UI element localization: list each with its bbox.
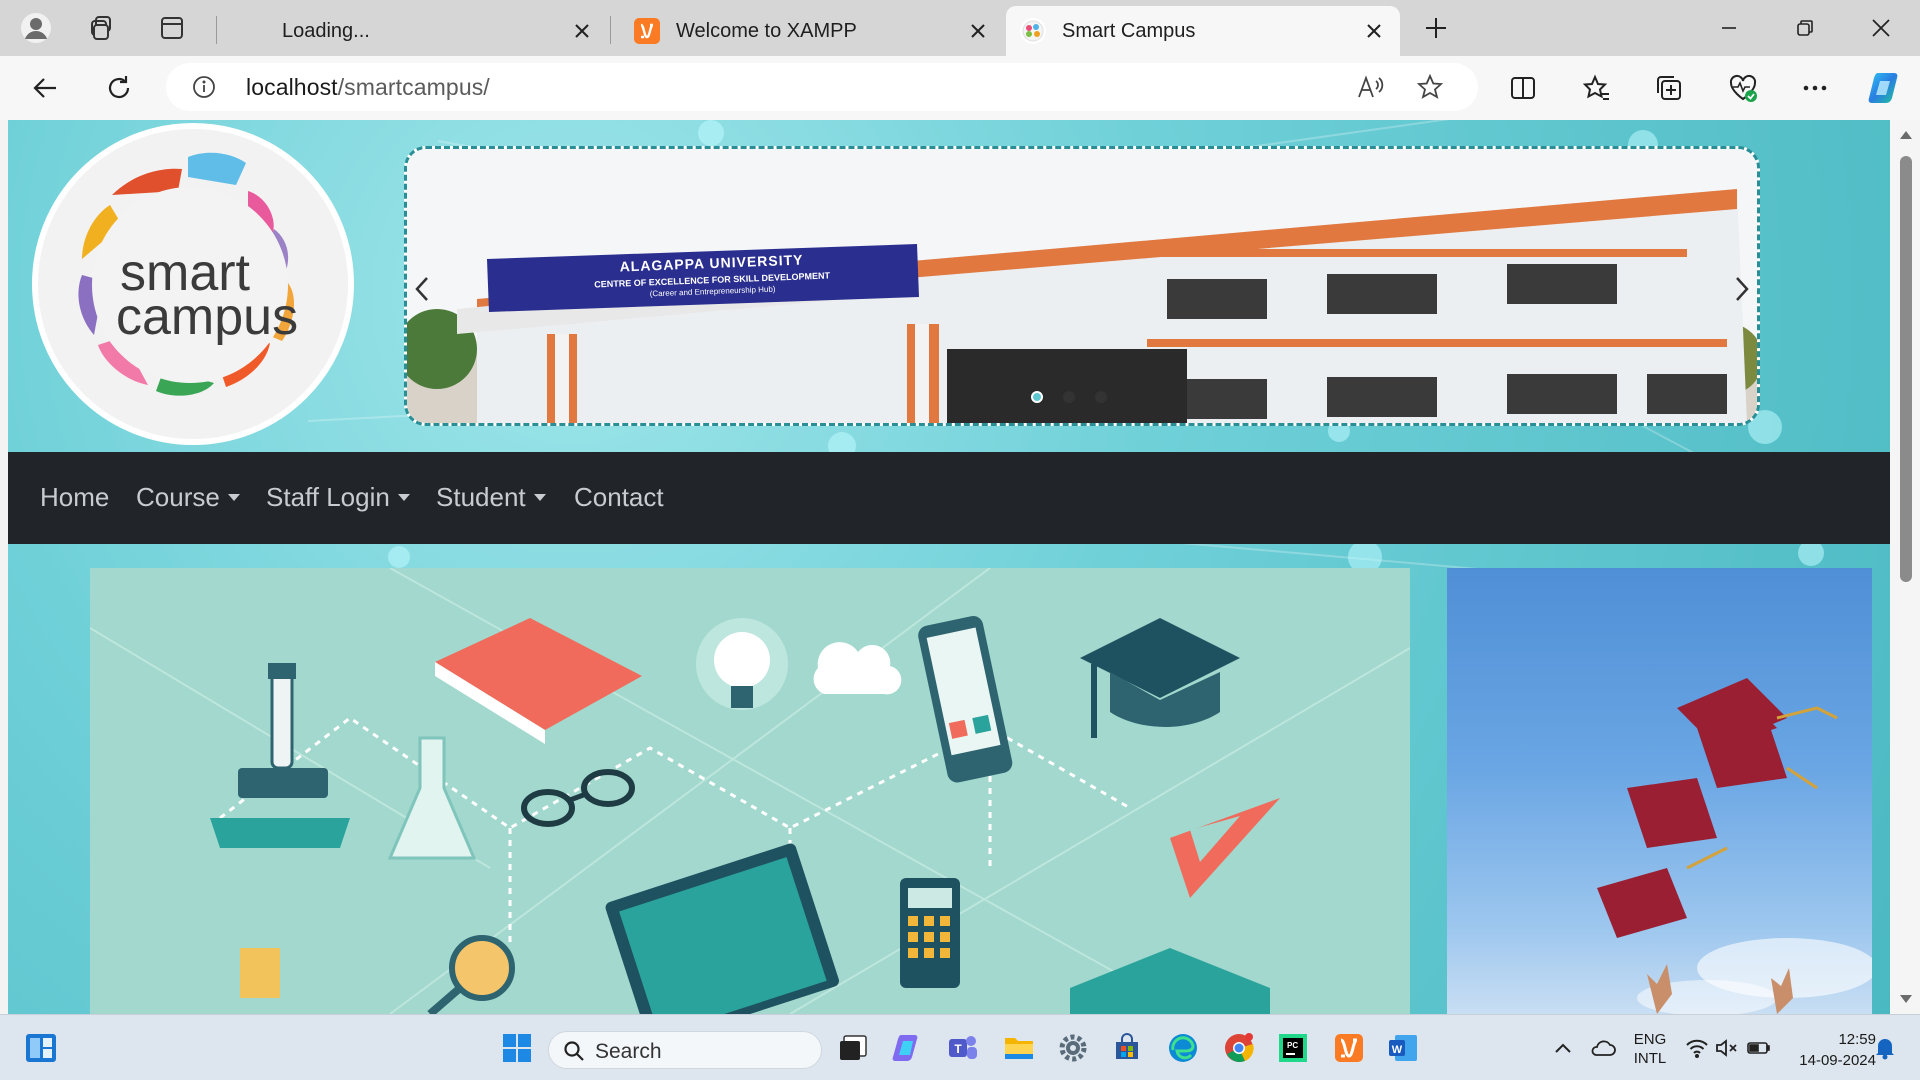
workspaces-icon[interactable] (82, 8, 122, 48)
pycharm-icon[interactable]: PC (1272, 1027, 1314, 1069)
microsoft-store-icon[interactable] (1106, 1027, 1148, 1069)
search-icon (564, 1041, 584, 1061)
browser-essentials-icon[interactable] (1722, 68, 1764, 108)
carousel-indicator-1[interactable] (1031, 391, 1043, 403)
nav-student-dropdown[interactable]: Student (436, 482, 546, 513)
xampp-icon (634, 18, 660, 44)
close-icon[interactable] (966, 19, 990, 43)
dropdown-caret-icon (397, 494, 410, 501)
favorites-icon[interactable] (1576, 68, 1618, 108)
favorite-star-icon[interactable] (1416, 73, 1444, 106)
logo-wordmark: smart campus (116, 247, 299, 346)
page-scrollbar[interactable] (1890, 120, 1920, 1014)
page-viewport: smart campus ALAGAPPA UNIVERSITY CENTRE … (8, 120, 1890, 1014)
url-host: localhost (246, 74, 338, 100)
svg-text:T: T (954, 1042, 962, 1056)
show-hidden-icons-chevron[interactable] (1542, 1027, 1584, 1069)
scroll-up-icon[interactable] (1899, 130, 1913, 140)
smart-campus-favicon (1020, 18, 1046, 44)
main-navbar: Home Course Staff Login Student Contact (8, 452, 1890, 544)
carousel-indicator-3[interactable] (1095, 391, 1107, 403)
xampp-taskbar-icon[interactable] (1328, 1027, 1370, 1069)
chrome-icon[interactable] (1218, 1027, 1260, 1069)
battery-icon[interactable] (1738, 1027, 1780, 1069)
lang-line-2: INTL (1633, 1050, 1667, 1067)
tab-title: Loading... (282, 19, 370, 42)
carousel-next-button[interactable] (1727, 269, 1757, 309)
nav-label: Contact (574, 482, 664, 512)
widgets-icon[interactable] (20, 1027, 62, 1069)
url-path: /smartcampus/ (337, 74, 490, 100)
edge-taskbar-icon[interactable] (1162, 1027, 1204, 1069)
site-info-icon[interactable] (192, 75, 216, 104)
address-url: localhost/smartcampus/ (246, 74, 490, 101)
scroll-down-icon[interactable] (1899, 994, 1913, 1004)
nav-label: Staff Login (266, 482, 390, 512)
new-tab-button[interactable] (1416, 8, 1456, 48)
dropdown-caret-icon (533, 494, 546, 501)
onedrive-cloud-icon[interactable] (1582, 1027, 1624, 1069)
more-options-icon[interactable] (1794, 68, 1836, 108)
nav-contact[interactable]: Contact (574, 482, 664, 513)
nav-label: Student (436, 482, 526, 512)
nav-home[interactable]: Home (40, 482, 109, 513)
profile-icon[interactable] (16, 8, 56, 48)
read-aloud-icon[interactable] (1356, 73, 1384, 106)
windows-taskbar: Search T PC W ENG INTL 12:59 14-09-2024 (0, 1014, 1920, 1080)
clock-date: 14-09-2024 (1799, 1052, 1876, 1069)
close-icon[interactable] (570, 19, 594, 43)
clock[interactable]: 12:59 14-09-2024 (1776, 1031, 1876, 1069)
copilot-icon[interactable] (1864, 68, 1906, 108)
task-view-icon[interactable] (832, 1027, 874, 1069)
collections-icon[interactable] (1648, 68, 1690, 108)
tab-loading[interactable]: Loading... (226, 6, 608, 56)
browser-tab-strip: Loading... Welcome to XAMPP Smart Campus (0, 0, 1920, 56)
education-illustration (90, 568, 1410, 1014)
tab-title: Smart Campus (1062, 19, 1196, 42)
graduation-caps-photo (1447, 568, 1872, 1014)
nav-course-dropdown[interactable]: Course (136, 482, 240, 513)
browser-toolbar: localhost/smartcampus/ (0, 56, 1920, 120)
minimize-button[interactable] (1706, 8, 1752, 48)
scrollbar-thumb[interactable] (1900, 156, 1912, 582)
restore-button[interactable] (1782, 8, 1828, 48)
tab-title: Welcome to XAMPP (676, 19, 857, 42)
carousel-indicator-2[interactable] (1063, 391, 1075, 403)
address-bar[interactable]: localhost/smartcampus/ (166, 63, 1478, 111)
lang-line-1: ENG (1633, 1031, 1667, 1048)
back-button[interactable] (24, 68, 66, 108)
settings-icon[interactable] (1052, 1027, 1094, 1069)
smart-campus-logo[interactable]: smart campus (32, 123, 354, 445)
taskbar-search[interactable]: Search (548, 1031, 822, 1069)
notification-bell-icon[interactable] (1864, 1027, 1906, 1069)
image-carousel[interactable]: ALAGAPPA UNIVERSITY CENTRE OF EXCELLENCE… (404, 146, 1760, 426)
search-label: Search (595, 1040, 662, 1063)
windows-start-icon[interactable] (496, 1027, 538, 1069)
close-icon[interactable] (1362, 19, 1386, 43)
svg-text:PC: PC (1287, 1041, 1298, 1050)
teams-icon[interactable]: T (942, 1027, 984, 1069)
word-icon[interactable]: W (1382, 1027, 1424, 1069)
language-indicator[interactable]: ENG INTL (1630, 1031, 1670, 1067)
vertical-tabs-icon[interactable] (152, 8, 192, 48)
logo-line-2: campus (116, 288, 299, 346)
nav-label: Home (40, 482, 110, 512)
copilot-taskbar-icon[interactable] (886, 1027, 928, 1069)
clock-time: 12:59 (1838, 1031, 1876, 1048)
nav-label: Course (136, 482, 220, 512)
tab-xampp[interactable]: Welcome to XAMPP (620, 6, 1004, 56)
dropdown-caret-icon (227, 494, 240, 501)
refresh-button[interactable] (98, 68, 140, 108)
close-window-button[interactable] (1858, 8, 1904, 48)
file-explorer-icon[interactable] (998, 1027, 1040, 1069)
carousel-prev-button[interactable] (407, 269, 437, 309)
split-screen-icon[interactable] (1502, 68, 1544, 108)
svg-text:W: W (1392, 1044, 1403, 1056)
nav-staff-login-dropdown[interactable]: Staff Login (266, 482, 410, 513)
tab-smart-campus[interactable]: Smart Campus (1006, 6, 1400, 56)
